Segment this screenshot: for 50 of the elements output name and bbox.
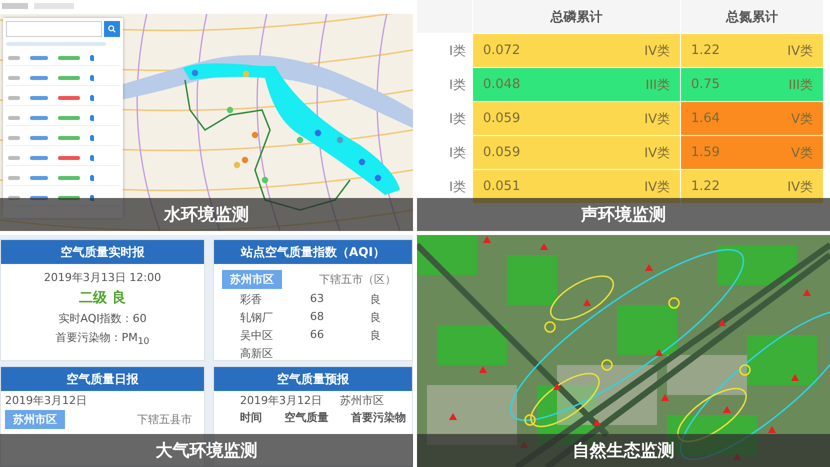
column-header: 首要污染物 xyxy=(351,410,406,425)
column-header: 空气质量 xyxy=(284,410,328,425)
column-header: 总氮累计 xyxy=(681,0,823,33)
station-aqi: 66 xyxy=(310,328,325,343)
table-cell: 1.64 V类 xyxy=(681,102,823,135)
region-tab[interactable]: 苏州市区 xyxy=(222,270,282,289)
station-grade: 良 xyxy=(370,292,382,307)
caption-text: 自然生态监测 xyxy=(572,440,674,462)
card-title: 空气质量实时报 xyxy=(1,240,204,264)
row-label: I类 xyxy=(448,178,467,196)
region-tab[interactable]: 苏州市区 xyxy=(5,410,65,429)
card-title: 空气质量预报 xyxy=(214,367,412,391)
station-name: 轧钢厂 xyxy=(240,310,274,325)
row-label: I类 xyxy=(448,76,467,94)
region-tab[interactable]: 下辖五县市 xyxy=(129,410,200,429)
station-aqi: 63 xyxy=(310,292,325,307)
column-header: 时间 xyxy=(240,410,262,425)
search-icon xyxy=(108,25,116,33)
station-grade: 良 xyxy=(370,310,382,325)
search-field[interactable] xyxy=(6,21,102,37)
station-name: 高新区 xyxy=(240,346,274,360)
table-cell: 0.75 III类 xyxy=(681,68,823,101)
caption-text: 水环境监测 xyxy=(164,204,249,226)
station-name: 吴中区 xyxy=(240,328,274,343)
row-label: I类 xyxy=(448,42,467,60)
aqi-value: 实时AQI指数：60 xyxy=(58,311,147,326)
table-cell: 1.22 IV类 xyxy=(681,34,823,67)
station-grade: 良 xyxy=(370,328,382,343)
caption-text: 大气环境监测 xyxy=(156,440,258,462)
report-time: 2019年3月13日 12:00 xyxy=(44,270,162,285)
report-date: 2019年3月12日 xyxy=(5,393,88,408)
row-label: I类 xyxy=(448,110,467,128)
primary-pollutant: 首要污染物：PM$_{10}$ xyxy=(56,330,150,348)
station-name: 彩香 xyxy=(240,292,263,307)
air-quality-grade: 二级 良 xyxy=(79,289,126,307)
caption-text: 声环境监测 xyxy=(581,204,666,226)
card-title: 空气质量日报 xyxy=(1,367,204,391)
table-cell: 0.059 IV类 xyxy=(473,136,680,169)
forecast-area: 苏州市区 xyxy=(340,393,384,408)
search-button[interactable] xyxy=(104,21,120,37)
station-aqi: 68 xyxy=(310,310,325,325)
table-cell: 1.59 V类 xyxy=(681,136,823,169)
table-cell: 0.048 III类 xyxy=(473,68,680,101)
table-cell: 0.059 IV类 xyxy=(473,102,680,135)
row-label: I类 xyxy=(448,144,467,162)
column-header: 总磷累计 xyxy=(473,0,680,33)
region-tab[interactable]: 下辖五市（区） xyxy=(311,270,404,289)
table-cell: 0.072 IV类 xyxy=(473,34,680,67)
card-title: 站点空气质量指数（AQI） xyxy=(214,240,412,264)
forecast-date: 2019年3月12日 xyxy=(240,393,322,408)
